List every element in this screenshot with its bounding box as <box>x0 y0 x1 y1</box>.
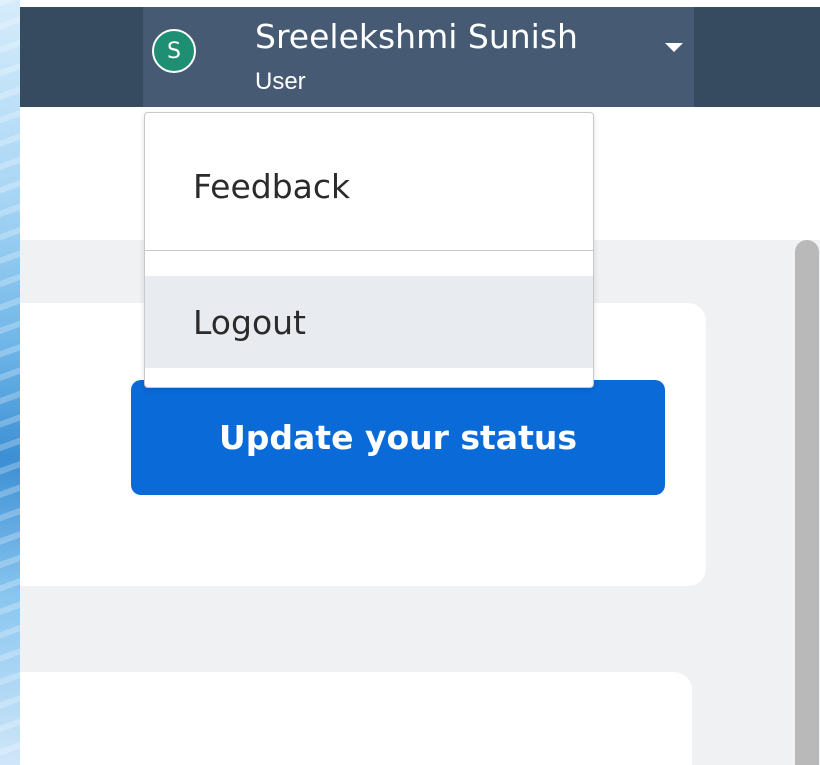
avatar: S <box>152 29 196 73</box>
content-card <box>20 672 692 765</box>
update-status-button[interactable]: Update your status <box>131 380 665 495</box>
menu-divider <box>145 250 593 251</box>
user-name: Sreelekshmi Sunish <box>255 17 578 56</box>
menu-item-feedback[interactable]: Feedback <box>145 149 593 223</box>
user-menu-toggle[interactable]: S Sreelekshmi Sunish User <box>143 7 694 107</box>
desktop-wallpaper <box>0 0 20 765</box>
menu-item-logout[interactable]: Logout <box>145 276 593 368</box>
caret-down-icon[interactable] <box>665 43 683 52</box>
app-window: S Sreelekshmi Sunish User Update your st… <box>0 0 820 765</box>
user-role: User <box>255 68 306 95</box>
user-dropdown-menu: Feedback Logout <box>144 112 594 388</box>
scrollbar-thumb[interactable] <box>795 240 819 765</box>
